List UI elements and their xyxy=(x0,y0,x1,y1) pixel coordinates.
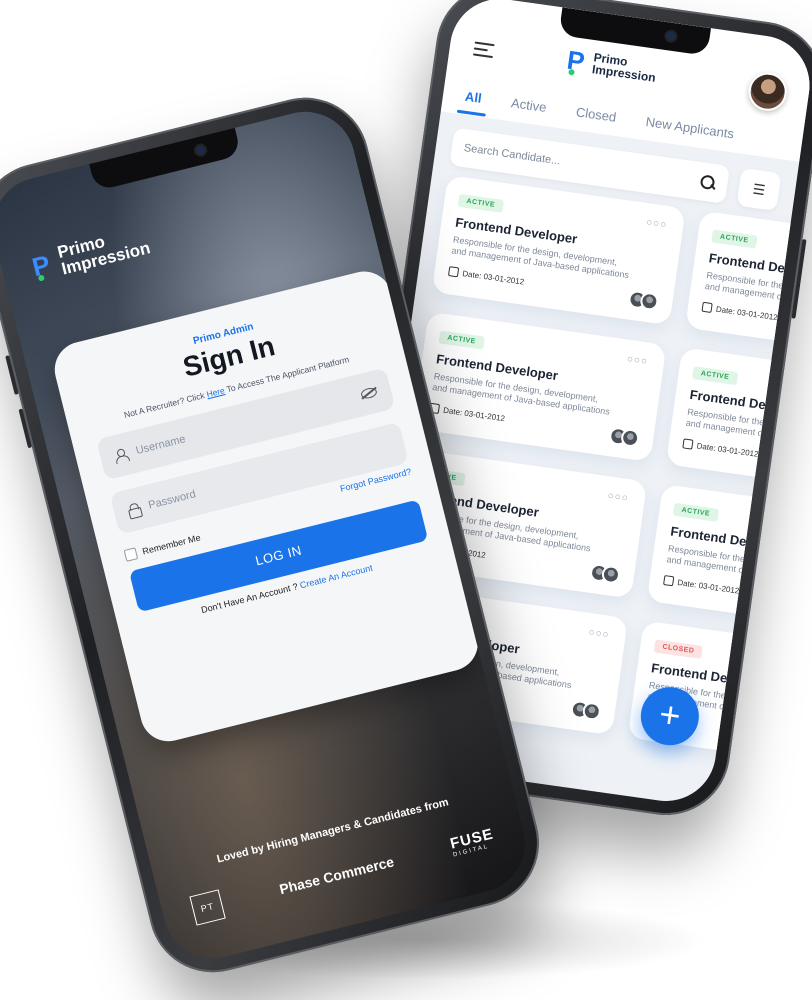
job-date-text: Date: 03-01-2012 xyxy=(461,268,525,287)
more-options-icon[interactable]: ○○○ xyxy=(607,490,629,504)
volume-up-button xyxy=(5,355,19,395)
remember-checkbox[interactable] xyxy=(123,547,139,562)
job-date-text: Date: 03-01-2012 xyxy=(696,440,760,459)
fuse-digital-logo: FUSE DIGITAL xyxy=(448,825,496,858)
logo-p-icon: P xyxy=(29,249,54,283)
filter-button[interactable]: ☰ xyxy=(736,167,782,212)
lock-icon xyxy=(127,502,141,517)
status-badge: ACTIVE xyxy=(672,502,719,522)
more-options-icon[interactable]: ○○○ xyxy=(626,354,648,368)
avatar[interactable] xyxy=(746,70,790,114)
applicant-avatars[interactable] xyxy=(627,289,660,312)
notch xyxy=(89,127,242,192)
menu-icon[interactable] xyxy=(472,41,495,62)
camera-icon xyxy=(665,31,677,42)
partner-logos: PT Phase Commerce FUSE DIGITAL xyxy=(189,822,497,926)
calendar-icon xyxy=(447,266,460,278)
status-badge: ACTIVE xyxy=(711,229,758,249)
avatar xyxy=(620,427,641,449)
phase-commerce-logo: Phase Commerce xyxy=(277,853,396,898)
status-badge: CLOSED xyxy=(653,639,704,659)
avatar xyxy=(600,564,622,585)
tab-all[interactable]: All xyxy=(464,88,483,109)
calendar-icon xyxy=(682,438,694,450)
search-icon[interactable] xyxy=(698,173,716,191)
job-card[interactable]: ACTIVE○○○Frontend DeveloperResponsible f… xyxy=(685,210,812,361)
avatar xyxy=(639,291,660,312)
tab-closed[interactable]: Closed xyxy=(575,104,617,128)
status-badge: ACTIVE xyxy=(457,193,504,213)
logo-p-icon: P xyxy=(565,44,587,77)
applicant-avatars[interactable] xyxy=(569,699,602,722)
here-link[interactable]: Here xyxy=(205,385,225,399)
applicant-avatars[interactable] xyxy=(608,426,641,449)
job-date: Date: 03-01-2012 xyxy=(663,575,812,614)
user-icon xyxy=(113,448,128,463)
status-badge: ACTIVE xyxy=(438,330,485,350)
more-options-icon[interactable]: ○○○ xyxy=(645,217,667,231)
more-options-icon[interactable]: ○○○ xyxy=(588,627,610,641)
brand-logo: P Primo Impression xyxy=(565,44,658,85)
job-date-text: Date: 03-01-2012 xyxy=(715,304,779,322)
calendar-icon xyxy=(701,301,713,314)
volume-down-button xyxy=(18,408,33,449)
tab-active[interactable]: Active xyxy=(510,95,547,119)
job-date-text: Date: 03-01-2012 xyxy=(442,405,506,423)
list-filter-icon: ☰ xyxy=(751,180,767,198)
calendar-icon xyxy=(663,575,675,587)
tab-new-applicants[interactable]: New Applicants xyxy=(644,114,735,145)
brand-logo: P Primo Impression xyxy=(29,223,152,285)
pt-logo: PT xyxy=(189,889,226,926)
job-card[interactable]: ACTIVE○○○Frontend DeveloperResponsible f… xyxy=(665,347,812,498)
camera-icon xyxy=(195,144,207,156)
avatar xyxy=(581,701,602,722)
search-placeholder: Search Candidate... xyxy=(463,142,562,168)
power-button xyxy=(791,238,807,319)
job-card[interactable]: ACTIVE○○○Frontend DeveloperResponsible f… xyxy=(646,483,812,635)
status-badge: ACTIVE xyxy=(691,366,739,386)
job-date: Date: 03-01-2012 xyxy=(682,438,812,477)
eye-off-icon[interactable] xyxy=(359,386,378,400)
job-card[interactable]: ACTIVE○○○Frontend DeveloperResponsible f… xyxy=(412,311,667,462)
job-date-text: Date: 03-01-2012 xyxy=(676,577,740,596)
applicant-avatars[interactable] xyxy=(588,562,622,585)
